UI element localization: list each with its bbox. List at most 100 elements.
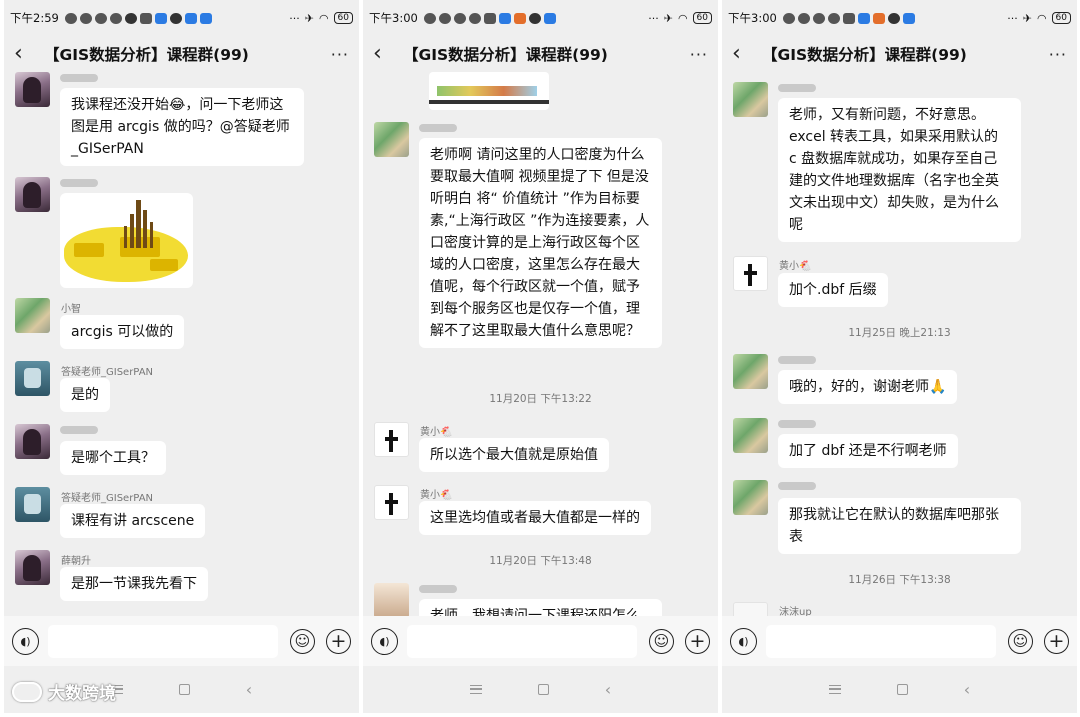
sender-name-blurred: [60, 179, 98, 187]
plus-icon[interactable]: +: [1044, 628, 1069, 654]
status-bar: 下午2:59 ··· ✈ ◠ 60: [4, 0, 359, 36]
plus-icon[interactable]: +: [326, 628, 351, 654]
message-bubble[interactable]: 我课程还没开始😂，问一下老师这图是用 arcgis 做的吗？@答疑老师_GISe…: [60, 88, 304, 166]
avatar[interactable]: [15, 361, 50, 396]
back-arrow-icon[interactable]: ‹: [373, 43, 395, 65]
sender-name: 黄小🐔: [420, 490, 453, 501]
avatar[interactable]: [733, 480, 768, 515]
message-bubble[interactable]: 老师，又有新问题，不好意思。excel 转表工具，如果采用默认的 c 盘数据库就…: [778, 98, 1021, 242]
app-icon: [154, 12, 167, 24]
avatar[interactable]: [733, 354, 768, 389]
message-bubble[interactable]: 是的: [60, 378, 110, 412]
avatar[interactable]: [733, 82, 768, 117]
app-icon: [872, 12, 885, 24]
avatar[interactable]: [374, 583, 409, 616]
avatar[interactable]: [15, 177, 50, 212]
voice-icon[interactable]: ◖): [371, 627, 398, 655]
status-right: ··· ✈ ◠ 60: [289, 12, 353, 25]
emoji-icon[interactable]: ☺: [649, 628, 674, 654]
phone-screen-3: 下午3:00 ··· ✈ ◠ 60 ‹ 【GIS数据分析】课程群(99) ···…: [722, 0, 1077, 713]
message-bubble[interactable]: arcgis 可以做的: [60, 315, 185, 349]
message-bubble[interactable]: 所以选个最大值就是原始值: [419, 438, 609, 472]
menu-icon[interactable]: [469, 685, 482, 694]
avatar[interactable]: [733, 418, 768, 453]
status-time: 下午3:00: [369, 11, 418, 25]
message-bubble[interactable]: 哦的，好的，谢谢老师🙏: [778, 370, 958, 404]
avatar[interactable]: [733, 256, 768, 291]
app-icon: [483, 12, 496, 24]
sender-name: 答疑老师_GISerPAN: [61, 493, 154, 504]
input-bar: ◖) ☺ +: [363, 616, 718, 666]
message-list[interactable]: 老师啊 请问这里的人口密度为什么要取最大值啊 视频里提了下 但是没听明白 将“ …: [363, 72, 718, 616]
emoji-icon[interactable]: ☺: [290, 628, 315, 654]
message-bubble[interactable]: 这里选均值或者最大值都是一样的: [419, 501, 651, 535]
message-bubble[interactable]: 加个.dbf 后缀: [778, 273, 888, 307]
back-arrow-icon[interactable]: ‹: [732, 43, 754, 65]
map-screenshot-image[interactable]: [429, 72, 549, 110]
more-options-icon[interactable]: ···: [690, 45, 708, 64]
sender-name: 答疑老师_GISerPAN: [61, 367, 154, 378]
nav-back-icon[interactable]: ‹: [605, 680, 611, 699]
chat-timestamp: 11月25日 晚上21:13: [848, 327, 951, 339]
phone-screen-1: 下午2:59 ··· ✈ ◠ 60 ‹ 【GIS数据分析】课程群(99) ···…: [4, 0, 359, 713]
message-input[interactable]: [407, 624, 637, 658]
avatar[interactable]: [15, 424, 50, 459]
wechat-icon: [79, 12, 92, 24]
airplane-mode-icon: ✈: [1022, 11, 1032, 25]
menu-icon[interactable]: [828, 685, 841, 694]
airplane-mode-icon: ✈: [663, 11, 673, 25]
message-list[interactable]: 老师，又有新问题，不好意思。excel 转表工具，如果采用默认的 c 盘数据库就…: [722, 72, 1077, 616]
status-bar: 下午3:00 ··· ✈ ◠ 60: [722, 0, 1077, 36]
message-bubble[interactable]: 老师啊 请问这里的人口密度为什么要取最大值啊 视频里提了下 但是没听明白 将“ …: [419, 138, 662, 348]
status-time: 下午3:00: [728, 11, 777, 25]
sender-name-blurred: [778, 84, 816, 92]
message-bubble[interactable]: 老师，我想请问一下课程还阳怎么: [419, 599, 662, 616]
sender-name: 黄小🐔: [420, 427, 453, 438]
home-icon[interactable]: [178, 684, 190, 695]
home-icon[interactable]: [896, 684, 908, 695]
message-input[interactable]: [766, 624, 996, 658]
wifi-icon: ◠: [1036, 11, 1047, 25]
chat-timestamp: 11月20日 下午13:22: [489, 393, 592, 405]
avatar[interactable]: [15, 298, 50, 333]
avatar[interactable]: [374, 422, 409, 457]
back-arrow-icon[interactable]: ‹: [14, 43, 36, 65]
airplane-mode-icon: ✈: [304, 11, 314, 25]
more-options-icon[interactable]: ···: [331, 45, 349, 64]
plus-icon[interactable]: +: [685, 628, 710, 654]
message-input[interactable]: [48, 624, 278, 658]
message-bubble[interactable]: 课程有讲 arcscene: [60, 504, 206, 538]
message-list[interactable]: 我课程还没开始😂，问一下老师这图是用 arcgis 做的吗？@答疑老师_GISe…: [4, 72, 359, 616]
app-icon: [513, 12, 526, 24]
app-icon: [842, 12, 855, 24]
emoji-icon[interactable]: ☺: [1008, 628, 1033, 654]
system-nav-bar: ‹: [363, 666, 718, 713]
message-bubble[interactable]: 加了 dbf 还是不行啊老师: [778, 434, 958, 468]
message-bubble[interactable]: 是那一节课我先看下: [60, 567, 208, 601]
avatar[interactable]: [374, 485, 409, 520]
avatar[interactable]: [15, 550, 50, 585]
chat-header: ‹ 【GIS数据分析】课程群(99) ···: [722, 36, 1077, 72]
home-icon[interactable]: [537, 684, 549, 695]
battery-icon: 60: [692, 12, 712, 24]
avatar[interactable]: [15, 487, 50, 522]
message-bubble[interactable]: 是哪个工具？: [60, 441, 166, 475]
voice-icon[interactable]: ◖): [730, 627, 757, 655]
avatar[interactable]: [733, 602, 768, 616]
avatar[interactable]: [374, 122, 409, 157]
wechat-icon: [827, 12, 840, 24]
app-icon: [887, 12, 900, 24]
sender-name-blurred: [60, 74, 98, 82]
message-bubble[interactable]: 那我就让它在默认的数据库吧那张表: [778, 498, 1021, 554]
voice-icon[interactable]: ◖): [12, 627, 39, 655]
wechat-icon: [453, 12, 466, 24]
chat-title: 【GIS数据分析】课程群(99): [762, 46, 967, 64]
nav-back-icon[interactable]: ‹: [964, 680, 970, 699]
app-icon: [184, 12, 197, 24]
nav-back-icon[interactable]: ‹: [246, 680, 252, 699]
more-options-icon[interactable]: ···: [1049, 45, 1067, 64]
chat-header: ‹ 【GIS数据分析】课程群(99) ···: [363, 36, 718, 72]
app-icon: [199, 12, 212, 24]
3d-city-map-image[interactable]: [60, 193, 193, 288]
avatar[interactable]: [15, 72, 50, 107]
